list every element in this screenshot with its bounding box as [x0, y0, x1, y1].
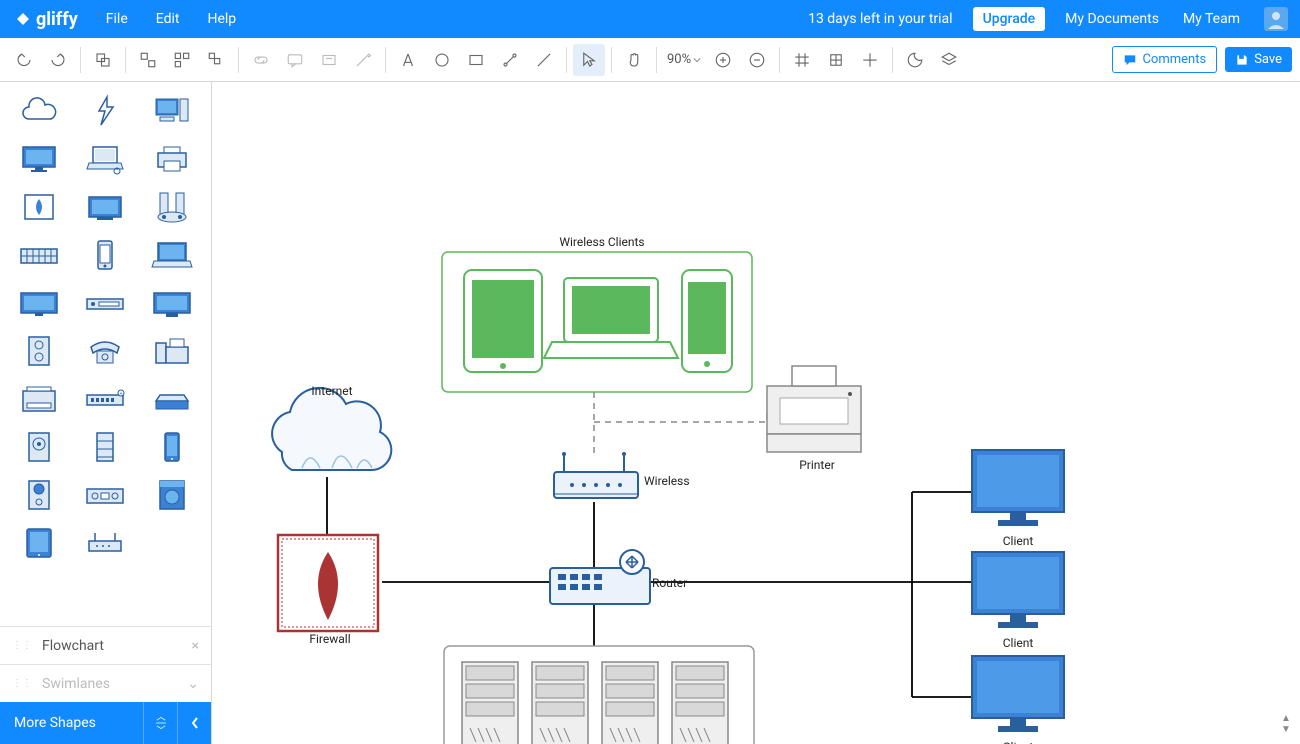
save-button[interactable]: Save	[1225, 47, 1292, 72]
shape-speaker-box[interactable]	[13, 426, 65, 468]
shape-subwoofer[interactable]	[13, 474, 65, 516]
canvas[interactable]: Wireless Clients Internet Printer Wirele…	[212, 82, 1300, 744]
shape-display[interactable]	[146, 282, 198, 324]
shape-server-rack[interactable]	[79, 426, 131, 468]
shape-receiver[interactable]	[79, 474, 131, 516]
node-internet[interactable]	[272, 388, 391, 470]
shape-desktop-pc[interactable]	[146, 90, 198, 132]
node-wireless-clients[interactable]	[442, 252, 752, 392]
shape-laptop[interactable]	[79, 138, 131, 180]
circle-tool[interactable]	[426, 44, 458, 76]
shape-smartphone[interactable]	[146, 426, 198, 468]
shape-tv[interactable]	[79, 186, 131, 228]
label-router: Router	[652, 576, 702, 590]
node-firewall[interactable]	[278, 535, 378, 631]
upgrade-button[interactable]: Upgrade	[973, 7, 1046, 31]
accordion-swimlanes[interactable]: ⋮⋮Swimlanes⌄	[0, 664, 211, 702]
zoom-level[interactable]: 90%	[663, 52, 705, 67]
theme-button[interactable]	[899, 44, 931, 76]
shape-gamepad[interactable]	[146, 186, 198, 228]
shape-outlet[interactable]	[13, 330, 65, 372]
shape-copier[interactable]	[13, 378, 65, 420]
accordion-flowchart[interactable]: ⋮⋮Flowchart×	[0, 626, 211, 664]
chevron-left-icon[interactable]	[177, 702, 211, 744]
shape-router[interactable]	[79, 522, 131, 564]
shape-rack-unit[interactable]	[79, 282, 131, 324]
more-shapes-button[interactable]: More Shapes	[0, 702, 211, 744]
popup-button[interactable]	[313, 44, 345, 76]
shape-palette: +	[0, 82, 211, 626]
shape-scanner[interactable]	[146, 378, 198, 420]
label-wireless: Wireless	[644, 474, 704, 488]
node-client-1[interactable]	[972, 450, 1064, 526]
trial-text: 13 days left in your trial	[796, 11, 964, 27]
snap-button[interactable]	[820, 44, 852, 76]
label-client-1: Client	[988, 534, 1048, 548]
shape-laptop-open[interactable]	[146, 234, 198, 276]
shape-widescreen[interactable]	[13, 282, 65, 324]
undo-button[interactable]	[8, 44, 40, 76]
node-servers[interactable]	[444, 646, 754, 744]
label-client-3: Client	[988, 740, 1048, 744]
comments-button[interactable]: Comments	[1112, 46, 1217, 73]
shapes-sidebar: + ⋮⋮Flowchart× ⋮⋮Swimlanes⌄ More Shapes	[0, 82, 212, 744]
diagram[interactable]	[212, 122, 1292, 744]
topbar: gliffy File Edit Help 13 days left in yo…	[0, 0, 1300, 38]
label-client-2: Client	[988, 636, 1048, 650]
group-button[interactable]	[132, 44, 164, 76]
shape-telephone[interactable]	[79, 330, 131, 372]
ungroup-button[interactable]	[166, 44, 198, 76]
shape-tablet[interactable]	[13, 522, 65, 564]
magic-button[interactable]	[347, 44, 379, 76]
menu-help[interactable]: Help	[193, 0, 250, 38]
avatar[interactable]	[1264, 7, 1288, 31]
shape-firewall[interactable]	[13, 186, 65, 228]
shape-fax[interactable]	[146, 330, 198, 372]
node-client-3[interactable]	[972, 656, 1064, 732]
svg-text:+: +	[120, 391, 123, 397]
my-documents-link[interactable]: My Documents	[1053, 11, 1171, 27]
label-firewall: Firewall	[290, 632, 370, 646]
pan-tool[interactable]	[618, 44, 650, 76]
shape-washer[interactable]	[146, 474, 198, 516]
shape-phone[interactable]	[79, 234, 131, 276]
shape-printer[interactable]	[146, 138, 198, 180]
label-printer: Printer	[777, 458, 857, 472]
scrollbar-corner[interactable]: ▲▼	[1278, 710, 1294, 738]
my-team-link[interactable]: My Team	[1171, 11, 1252, 27]
text-tool[interactable]	[392, 44, 424, 76]
arrange-button[interactable]	[200, 44, 232, 76]
shape-lightning[interactable]	[79, 90, 131, 132]
connector-tool[interactable]	[494, 44, 526, 76]
shape-monitor[interactable]	[13, 138, 65, 180]
shape-keyboard[interactable]	[13, 234, 65, 276]
shape-cloud[interactable]	[13, 90, 65, 132]
comment-button[interactable]	[279, 44, 311, 76]
node-printer[interactable]	[767, 366, 861, 452]
link-button[interactable]	[245, 44, 277, 76]
zoom-in-button[interactable]	[707, 44, 739, 76]
collapse-icon[interactable]	[143, 702, 177, 744]
node-wireless-ap[interactable]	[554, 452, 638, 498]
menu-file[interactable]: File	[92, 0, 142, 38]
rect-tool[interactable]	[460, 44, 492, 76]
toolbar: 90% Comments Save	[0, 38, 1300, 82]
menu-edit[interactable]: Edit	[142, 0, 194, 38]
pointer-tool[interactable]	[573, 44, 605, 76]
guides-button[interactable]	[854, 44, 886, 76]
redo-button[interactable]	[42, 44, 74, 76]
line-tool[interactable]	[528, 44, 560, 76]
node-router[interactable]	[550, 550, 650, 604]
label-internet: Internet	[292, 384, 372, 398]
shape-empty	[146, 522, 198, 564]
shape-switch[interactable]: +	[79, 378, 131, 420]
layers-button[interactable]	[933, 44, 965, 76]
grid-button[interactable]	[786, 44, 818, 76]
node-client-2[interactable]	[972, 552, 1064, 628]
brand-logo[interactable]: gliffy	[0, 9, 92, 30]
label-wireless-clients: Wireless Clients	[552, 235, 652, 249]
copy-button[interactable]	[87, 44, 119, 76]
zoom-out-button[interactable]	[741, 44, 773, 76]
